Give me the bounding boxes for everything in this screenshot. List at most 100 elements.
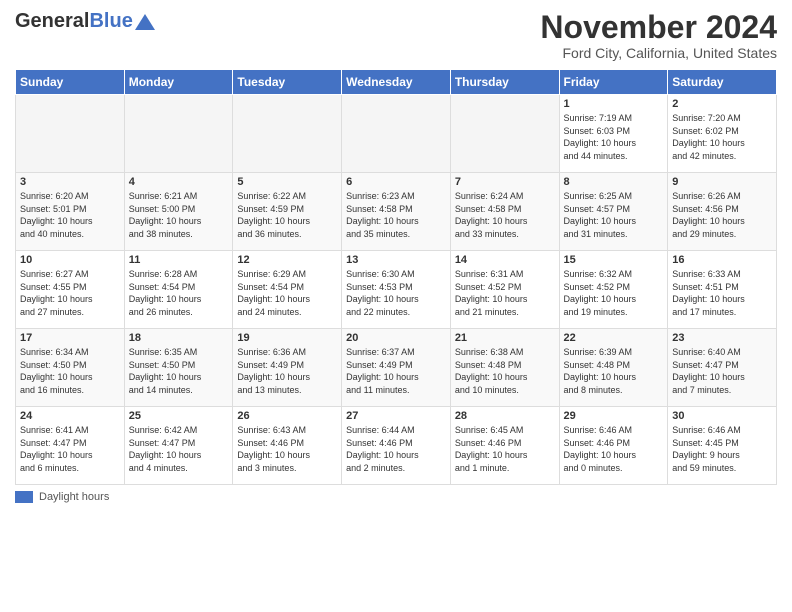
day-info: Sunrise: 6:37 AM Sunset: 4:49 PM Dayligh… xyxy=(346,346,446,396)
day-info: Sunrise: 6:23 AM Sunset: 4:58 PM Dayligh… xyxy=(346,190,446,240)
week-row-2: 10 Sunrise: 6:27 AM Sunset: 4:55 PM Dayli… xyxy=(16,251,777,329)
day-info: Sunrise: 7:20 AM Sunset: 6:02 PM Dayligh… xyxy=(672,112,772,162)
day-number: 29 xyxy=(564,410,664,422)
calendar-cell xyxy=(450,95,559,173)
day-info: Sunrise: 6:22 AM Sunset: 4:59 PM Dayligh… xyxy=(237,190,337,240)
day-info: Sunrise: 6:33 AM Sunset: 4:51 PM Dayligh… xyxy=(672,268,772,318)
day-number: 26 xyxy=(237,410,337,422)
calendar-cell: 12 Sunrise: 6:29 AM Sunset: 4:54 PM Dayli… xyxy=(233,251,342,329)
calendar-cell: 30 Sunrise: 6:46 AM Sunset: 4:45 PM Dayli… xyxy=(668,407,777,485)
calendar-cell xyxy=(342,95,451,173)
calendar-cell: 27 Sunrise: 6:44 AM Sunset: 4:46 PM Dayli… xyxy=(342,407,451,485)
calendar-cell: 4Sunrise: 6:21 AM Sunset: 5:00 PM Daylig… xyxy=(124,173,233,251)
day-info: Sunrise: 6:24 AM Sunset: 4:58 PM Dayligh… xyxy=(455,190,555,240)
day-number: 19 xyxy=(237,332,337,344)
calendar: SundayMondayTuesdayWednesdayThursdayFrid… xyxy=(15,69,777,485)
logo-general: General xyxy=(15,10,89,32)
day-number: 16 xyxy=(672,254,772,266)
calendar-cell: 3 Sunrise: 6:20 AM Sunset: 5:01 PM Daylig… xyxy=(16,173,125,251)
day-number: 11 xyxy=(129,254,229,266)
day-info: Sunrise: 6:30 AM Sunset: 4:53 PM Dayligh… xyxy=(346,268,446,318)
day-info: Sunrise: 6:42 AM Sunset: 4:47 PM Dayligh… xyxy=(129,424,229,474)
day-number: 25 xyxy=(129,410,229,422)
day-info: Sunrise: 6:38 AM Sunset: 4:48 PM Dayligh… xyxy=(455,346,555,396)
calendar-cell xyxy=(124,95,233,173)
day-info: Sunrise: 6:21 AM Sunset: 5:00 PM Dayligh… xyxy=(129,190,229,240)
week-row-0: 1Sunrise: 7:19 AM Sunset: 6:03 PM Daylig… xyxy=(16,95,777,173)
calendar-cell: 18Sunrise: 6:35 AM Sunset: 4:50 PM Dayli… xyxy=(124,329,233,407)
calendar-cell: 24 Sunrise: 6:41 AM Sunset: 4:47 PM Dayli… xyxy=(16,407,125,485)
day-number: 1 xyxy=(564,98,664,110)
calendar-cell: 28 Sunrise: 6:45 AM Sunset: 4:46 PM Dayli… xyxy=(450,407,559,485)
day-info: Sunrise: 6:45 AM Sunset: 4:46 PM Dayligh… xyxy=(455,424,555,474)
logo-blue: Blue xyxy=(89,10,132,32)
calendar-header-wednesday: Wednesday xyxy=(342,70,451,95)
calendar-cell: 5 Sunrise: 6:22 AM Sunset: 4:59 PM Daylig… xyxy=(233,173,342,251)
calendar-header-thursday: Thursday xyxy=(450,70,559,95)
day-number: 10 xyxy=(20,254,120,266)
legend: Daylight hours xyxy=(15,491,777,503)
day-number: 27 xyxy=(346,410,446,422)
calendar-cell: 17Sunrise: 6:34 AM Sunset: 4:50 PM Dayli… xyxy=(16,329,125,407)
day-number: 14 xyxy=(455,254,555,266)
day-info: Sunrise: 6:27 AM Sunset: 4:55 PM Dayligh… xyxy=(20,268,120,318)
calendar-cell: 29Sunrise: 6:46 AM Sunset: 4:46 PM Dayli… xyxy=(559,407,668,485)
day-info: Sunrise: 6:36 AM Sunset: 4:49 PM Dayligh… xyxy=(237,346,337,396)
day-number: 7 xyxy=(455,176,555,188)
calendar-cell: 6 Sunrise: 6:23 AM Sunset: 4:58 PM Daylig… xyxy=(342,173,451,251)
day-number: 15 xyxy=(564,254,664,266)
header: GeneralBlue November 2024 Ford City, Cal… xyxy=(15,10,777,61)
calendar-cell: 7 Sunrise: 6:24 AM Sunset: 4:58 PM Daylig… xyxy=(450,173,559,251)
day-info: Sunrise: 6:39 AM Sunset: 4:48 PM Dayligh… xyxy=(564,346,664,396)
day-number: 12 xyxy=(237,254,337,266)
day-number: 13 xyxy=(346,254,446,266)
day-info: Sunrise: 6:46 AM Sunset: 4:45 PM Dayligh… xyxy=(672,424,772,474)
calendar-cell: 15Sunrise: 6:32 AM Sunset: 4:52 PM Dayli… xyxy=(559,251,668,329)
day-number: 18 xyxy=(129,332,229,344)
day-info: Sunrise: 6:29 AM Sunset: 4:54 PM Dayligh… xyxy=(237,268,337,318)
calendar-cell: 2Sunrise: 7:20 AM Sunset: 6:02 PM Daylig… xyxy=(668,95,777,173)
calendar-cell: 25 Sunrise: 6:42 AM Sunset: 4:47 PM Dayli… xyxy=(124,407,233,485)
calendar-cell: 16 Sunrise: 6:33 AM Sunset: 4:51 PM Dayli… xyxy=(668,251,777,329)
calendar-cell: 9Sunrise: 6:26 AM Sunset: 4:56 PM Daylig… xyxy=(668,173,777,251)
logo-icon xyxy=(135,14,155,30)
day-number: 3 xyxy=(20,176,120,188)
calendar-header-tuesday: Tuesday xyxy=(233,70,342,95)
calendar-header-saturday: Saturday xyxy=(668,70,777,95)
calendar-cell: 19 Sunrise: 6:36 AM Sunset: 4:49 PM Dayli… xyxy=(233,329,342,407)
calendar-cell: 13 Sunrise: 6:30 AM Sunset: 4:53 PM Dayli… xyxy=(342,251,451,329)
calendar-header-friday: Friday xyxy=(559,70,668,95)
title-block: November 2024 Ford City, California, Uni… xyxy=(540,10,777,61)
day-info: Sunrise: 6:43 AM Sunset: 4:46 PM Dayligh… xyxy=(237,424,337,474)
calendar-cell xyxy=(233,95,342,173)
day-number: 5 xyxy=(237,176,337,188)
day-info: Sunrise: 6:20 AM Sunset: 5:01 PM Dayligh… xyxy=(20,190,120,240)
day-number: 30 xyxy=(672,410,772,422)
calendar-cell: 8 Sunrise: 6:25 AM Sunset: 4:57 PM Daylig… xyxy=(559,173,668,251)
day-number: 28 xyxy=(455,410,555,422)
legend-color-box xyxy=(15,491,33,503)
day-info: Sunrise: 6:40 AM Sunset: 4:47 PM Dayligh… xyxy=(672,346,772,396)
day-number: 20 xyxy=(346,332,446,344)
logo-text: GeneralBlue xyxy=(15,10,133,33)
day-number: 24 xyxy=(20,410,120,422)
calendar-header-row: SundayMondayTuesdayWednesdayThursdayFrid… xyxy=(16,70,777,95)
calendar-cell: 14Sunrise: 6:31 AM Sunset: 4:52 PM Dayli… xyxy=(450,251,559,329)
day-info: Sunrise: 6:28 AM Sunset: 4:54 PM Dayligh… xyxy=(129,268,229,318)
day-info: Sunrise: 6:41 AM Sunset: 4:47 PM Dayligh… xyxy=(20,424,120,474)
day-info: Sunrise: 6:26 AM Sunset: 4:56 PM Dayligh… xyxy=(672,190,772,240)
calendar-cell: 26 Sunrise: 6:43 AM Sunset: 4:46 PM Dayli… xyxy=(233,407,342,485)
day-number: 6 xyxy=(346,176,446,188)
day-number: 8 xyxy=(564,176,664,188)
day-number: 21 xyxy=(455,332,555,344)
calendar-cell: 10 Sunrise: 6:27 AM Sunset: 4:55 PM Dayli… xyxy=(16,251,125,329)
page: GeneralBlue November 2024 Ford City, Cal… xyxy=(0,0,792,612)
day-info: Sunrise: 6:44 AM Sunset: 4:46 PM Dayligh… xyxy=(346,424,446,474)
day-info: Sunrise: 6:25 AM Sunset: 4:57 PM Dayligh… xyxy=(564,190,664,240)
month-title: November 2024 xyxy=(540,10,777,45)
week-row-1: 3 Sunrise: 6:20 AM Sunset: 5:01 PM Daylig… xyxy=(16,173,777,251)
calendar-header-monday: Monday xyxy=(124,70,233,95)
calendar-cell: 22 Sunrise: 6:39 AM Sunset: 4:48 PM Dayli… xyxy=(559,329,668,407)
day-number: 22 xyxy=(564,332,664,344)
day-number: 17 xyxy=(20,332,120,344)
